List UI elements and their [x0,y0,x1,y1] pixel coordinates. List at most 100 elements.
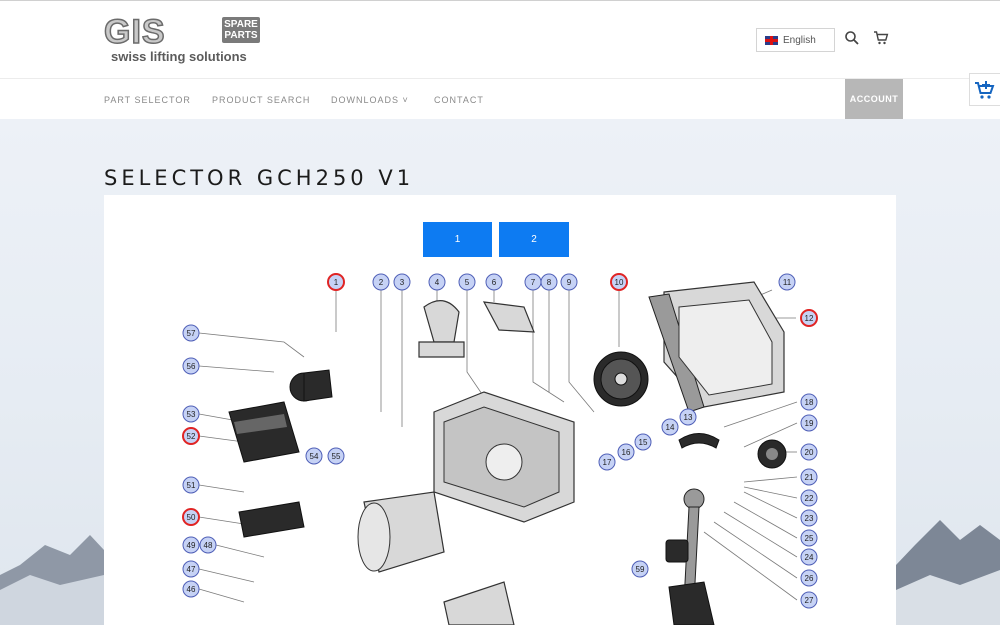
add-to-cart-icon [975,80,995,99]
svg-text:12: 12 [805,314,814,323]
logo-badge-line1: SPARE [224,19,258,30]
callout-1[interactable]: 1 [327,273,345,291]
callout-6[interactable]: 6 [485,273,503,291]
language-label: English [783,34,816,46]
cart-icon[interactable] [872,30,890,48]
part-housing-cover[interactable] [648,281,785,413]
logo-badge-line2: PARTS [224,30,258,41]
svg-text:20: 20 [805,448,814,457]
part-chain-guide[interactable] [668,581,715,625]
callout-25[interactable]: 25 [800,529,818,547]
callout-11[interactable]: 11 [778,273,796,291]
callout-20[interactable]: 20 [800,443,818,461]
site-header: GIS SPARE PARTS swiss lifting solutions … [0,0,1000,78]
svg-text:46: 46 [187,585,196,594]
part-gear-disc[interactable] [593,351,649,407]
callout-53[interactable]: 53 [182,405,200,423]
logo-wordmark: GIS [103,13,166,51]
callout-54[interactable]: 54 [305,447,323,465]
callout-9[interactable]: 9 [560,273,578,291]
callout-57[interactable]: 57 [182,324,200,342]
page-1-button[interactable]: 1 [423,222,492,257]
callout-17[interactable]: 17 [598,453,616,471]
part-gearbox-housing[interactable] [433,391,575,523]
part-brake-coil[interactable] [289,369,333,402]
callout-48[interactable]: 48 [199,536,217,554]
svg-text:57: 57 [187,329,196,338]
callout-56[interactable]: 56 [182,357,200,375]
callout-51[interactable]: 51 [182,476,200,494]
svg-text:18: 18 [805,398,814,407]
callout-46[interactable]: 46 [182,580,200,598]
svg-text:59: 59 [636,565,645,574]
svg-text:11: 11 [783,278,792,287]
part-label-plate[interactable] [665,539,689,563]
callout-49[interactable]: 49 [182,536,200,554]
callout-12[interactable]: 12 [800,309,818,327]
svg-text:49: 49 [187,541,196,550]
nav-downloads[interactable]: DOWNLOADS ˅ [331,95,409,105]
language-selector[interactable]: English [756,28,835,52]
callout-27[interactable]: 27 [800,591,818,609]
part-control-board[interactable] [238,501,305,538]
svg-text:22: 22 [805,494,814,503]
svg-text:13: 13 [684,413,693,422]
callout-21[interactable]: 21 [800,468,818,486]
callout-14[interactable]: 14 [661,418,679,436]
floating-cart-button[interactable] [969,73,1000,106]
callout-26[interactable]: 26 [800,569,818,587]
callout-47[interactable]: 47 [182,560,200,578]
callout-4[interactable]: 4 [428,273,446,291]
callout-23[interactable]: 23 [800,509,818,527]
search-icon[interactable] [843,30,861,48]
nav-part-selector[interactable]: PART SELECTOR [104,95,191,105]
svg-text:24: 24 [805,553,814,562]
callout-8[interactable]: 8 [540,273,558,291]
part-motor-stator[interactable] [357,491,445,573]
svg-text:19: 19 [805,419,814,428]
callout-24[interactable]: 24 [800,548,818,566]
part-pinion-gear[interactable] [757,439,787,469]
page-2-button[interactable]: 2 [499,222,569,257]
account-button[interactable]: ACCOUNT [845,79,903,119]
svg-text:25: 25 [805,534,814,543]
callout-10[interactable]: 10 [610,273,628,291]
callout-3[interactable]: 3 [393,273,411,291]
page-title: SELECTOR GCH250 V1 [104,166,415,190]
callout-15[interactable]: 15 [634,433,652,451]
part-motor-rotor[interactable] [443,581,515,625]
callout-13[interactable]: 13 [679,408,697,426]
svg-text:27: 27 [805,596,814,605]
callout-19[interactable]: 19 [800,414,818,432]
svg-text:17: 17 [603,458,612,467]
svg-text:10: 10 [615,278,624,287]
part-bracket[interactable] [482,301,535,333]
svg-text:9: 9 [567,278,572,287]
callout-5[interactable]: 5 [458,273,476,291]
svg-text:50: 50 [187,513,196,522]
callout-18[interactable]: 18 [800,393,818,411]
callout-7[interactable]: 7 [524,273,542,291]
part-hook-block[interactable] [418,300,465,358]
svg-text:15: 15 [639,438,648,447]
site-logo[interactable]: GIS SPARE PARTS swiss lifting solutions [103,13,264,67]
svg-text:1: 1 [334,278,339,287]
part-contactor-block[interactable] [228,401,300,463]
callout-50[interactable]: 50 [182,508,200,526]
callout-2[interactable]: 2 [372,273,390,291]
callout-22[interactable]: 22 [800,489,818,507]
logo-tagline: swiss lifting solutions [111,49,247,64]
callout-55[interactable]: 55 [327,447,345,465]
svg-text:47: 47 [187,565,196,574]
svg-text:4: 4 [435,278,440,287]
callout-52[interactable]: 52 [182,427,200,445]
part-brake-band[interactable] [678,433,720,449]
svg-text:52: 52 [187,432,196,441]
svg-text:53: 53 [187,410,196,419]
callout-59[interactable]: 59 [631,560,649,578]
nav-product-search[interactable]: PRODUCT SEARCH [212,95,310,105]
callout-16[interactable]: 16 [617,443,635,461]
svg-text:3: 3 [400,278,405,287]
svg-text:48: 48 [204,541,213,550]
nav-contact[interactable]: CONTACT [434,95,484,105]
